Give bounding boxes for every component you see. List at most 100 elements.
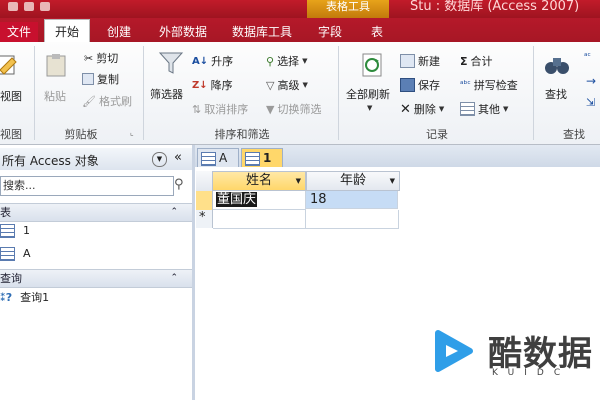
copy-button[interactable]: 复制 (82, 71, 119, 87)
more-grid-icon (460, 102, 475, 116)
tab-external-data[interactable]: 外部数据 (150, 22, 216, 42)
selection-label: 选择 (277, 55, 300, 68)
ascending-label: 升序 (211, 55, 234, 68)
sort-ascending-button[interactable]: A↓ 升序 (192, 53, 233, 69)
replace-icon[interactable]: ᵃᶜ (584, 52, 591, 62)
search-icon[interactable]: ⚲ (174, 177, 184, 192)
nav-item-table-a[interactable]: A (0, 244, 190, 264)
find-button[interactable]: 查找 (545, 86, 567, 102)
view-icon (0, 55, 17, 75)
save-icon (400, 78, 415, 92)
save-icon[interactable] (8, 2, 18, 11)
column-header-name[interactable]: 姓名 ▼ (212, 171, 306, 191)
tab-fields[interactable]: 字段 (308, 22, 352, 42)
cut-button[interactable]: ✂ 剪切 (84, 50, 118, 66)
tab-database-tools[interactable]: 数据库工具 (224, 22, 300, 42)
remove-sort-button[interactable]: ⇅ 取消排序 (192, 101, 248, 117)
nav-search-input[interactable]: 搜索... (0, 176, 174, 196)
tab-home[interactable]: 开始 (44, 19, 90, 44)
chevron-down-icon[interactable]: ▼ (390, 172, 395, 190)
table-cell-age[interactable]: 18 (306, 191, 398, 209)
table-cell-new-age[interactable] (306, 210, 399, 229)
chevron-down-icon[interactable]: ▼ (152, 152, 167, 167)
nav-section-label: 查询 (0, 272, 22, 285)
dialog-launcher-icon[interactable]: ⌞ (130, 128, 134, 137)
column-header-label: 姓名 (245, 173, 272, 188)
select-all-corner[interactable] (196, 171, 213, 191)
spelling-icon: ᵃᵇᶜ (460, 80, 471, 90)
delete-x-icon: ✕ (400, 101, 411, 117)
column-header-age[interactable]: 年龄 ▼ (306, 171, 400, 191)
redo-icon[interactable] (40, 2, 50, 11)
save-label: 保存 (418, 79, 440, 92)
binoculars-icon (545, 58, 569, 74)
scissors-icon: ✂ (84, 51, 94, 65)
nav-section-queries[interactable]: 查询 ⌃ (0, 269, 192, 288)
descending-label: 降序 (210, 79, 233, 92)
chevron-down-icon[interactable]: ▼ (296, 172, 301, 190)
paste-button[interactable]: 粘贴 (44, 88, 66, 104)
format-painter-label: 格式刷 (98, 95, 132, 108)
save-record-button[interactable]: 保存 (400, 77, 440, 93)
undo-icon[interactable] (24, 2, 34, 11)
nav-item-table-1[interactable]: 1 (0, 221, 190, 241)
group-label-sort-filter: 排序和筛选 (214, 128, 270, 141)
brush-icon: 🖌 (82, 94, 96, 108)
new-record-icon (400, 54, 415, 68)
view-button[interactable]: 视图 (0, 88, 22, 104)
window-title: Stu : 数据库 (Access 2007) (410, 0, 580, 14)
collapse-section-icon: ⌃ (170, 273, 178, 283)
refresh-all-button[interactable]: 全部刷新 (346, 86, 390, 102)
remove-sort-icon: ⇅ (192, 102, 202, 116)
table-icon (0, 247, 15, 261)
nav-section-tables[interactable]: 表 ⌃ (0, 203, 192, 222)
goto-arrow-icon[interactable]: → (586, 74, 596, 88)
format-painter-button[interactable]: 🖌 格式刷 (82, 93, 132, 109)
chevron-down-icon: ▼ (503, 105, 509, 113)
more-label: 其他 (478, 103, 500, 116)
totals-button[interactable]: Σ 合计 (460, 53, 493, 69)
ribbon-tab-bar (0, 18, 600, 42)
tab-table[interactable]: 表 (358, 22, 396, 42)
table-icon (201, 151, 216, 166)
doc-tab-1[interactable]: 1 (241, 148, 283, 168)
select-icon[interactable]: ⇲ (586, 96, 595, 109)
doc-tab-label: A (219, 151, 228, 165)
nav-item-label: 1 (23, 224, 30, 237)
record-selector[interactable] (196, 191, 213, 210)
new-record-button[interactable]: 新建 (400, 53, 440, 69)
doc-tab-a[interactable]: A (197, 148, 239, 168)
toggle-filter-button[interactable]: ▼ 切换筛选 (266, 101, 321, 117)
table-cell-name[interactable]: 董国庆 (213, 191, 306, 210)
spelling-button[interactable]: ᵃᵇᶜ 拼写检查 (460, 77, 518, 93)
sort-az-icon: A↓ (192, 55, 209, 67)
watermark-subtitle: KUIDC (492, 368, 571, 378)
column-header-label: 年龄 (339, 173, 366, 188)
nav-item-query-1[interactable]: ⁑? 查询1 (0, 288, 190, 308)
selection-button[interactable]: ⚲ 选择 ▼ (266, 53, 307, 69)
filter-button[interactable]: 筛选器 (150, 86, 183, 102)
record-selector-new[interactable]: * (196, 210, 213, 228)
selected-cell-text: 董国庆 (216, 192, 258, 207)
sort-descending-button[interactable]: Z↓ 降序 (192, 77, 233, 93)
tab-file[interactable]: 文件 (0, 22, 38, 42)
copy-label: 复制 (97, 73, 119, 86)
cut-label: 剪切 (96, 52, 119, 65)
delete-record-button[interactable]: ✕ 删除 ▼ (400, 101, 444, 117)
group-label-views: 视图 (0, 128, 22, 141)
table-icon (0, 224, 15, 238)
advanced-filter-icon: ▽ (266, 78, 275, 92)
advanced-button[interactable]: ▽ 高级 ▼ (266, 77, 308, 93)
tab-create[interactable]: 创建 (96, 22, 142, 42)
selection-icon: ⚲ (266, 54, 275, 68)
group-label-find: 查找 (563, 128, 585, 141)
toggle-filter-icon: ▼ (266, 102, 275, 116)
chevron-down-icon[interactable]: ▼ (367, 104, 372, 112)
collapse-pane-icon[interactable]: « (174, 150, 182, 165)
more-button[interactable]: 其他 ▼ (460, 101, 508, 117)
table-cell-new-name[interactable] (213, 210, 306, 229)
nav-pane-title[interactable]: 所有 Access 对象 (2, 152, 99, 169)
totals-label: 合计 (470, 55, 493, 68)
table-tools-context-label: 表格工具 (307, 0, 389, 18)
nav-item-label: 查询1 (20, 291, 50, 304)
